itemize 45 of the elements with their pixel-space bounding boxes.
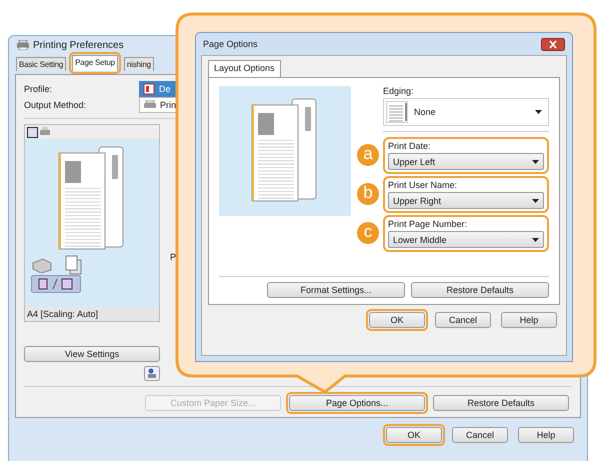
- document-icon: [143, 83, 155, 95]
- printer-icon: [144, 100, 156, 110]
- pages-icon: [65, 255, 83, 275]
- dialog-button[interactable]: Cancel: [452, 427, 508, 443]
- dropdown[interactable]: Upper Left: [388, 153, 544, 170]
- dialog-button[interactable]: Restore Defaults: [411, 282, 549, 298]
- dialog-title: Page Options: [203, 39, 258, 49]
- field-label: Edging:: [383, 86, 415, 96]
- printer-icon: [17, 40, 29, 50]
- field-label: Print User Name:: [388, 180, 458, 190]
- field-label: Output Method:: [24, 100, 88, 110]
- caret-icon: [535, 110, 542, 114]
- tab[interactable]: Layout Options: [208, 60, 281, 77]
- page-button[interactable]: Page Options...: [289, 395, 425, 411]
- dropdown[interactable]: Lower Middle: [388, 231, 544, 248]
- option-label: P: [170, 252, 176, 262]
- edging-icon: [386, 101, 408, 123]
- close-icon[interactable]: [541, 38, 565, 50]
- field-label: Print Page Number:: [388, 219, 468, 229]
- dialog-button[interactable]: Help: [518, 427, 574, 443]
- dialog-button[interactable]: OK: [386, 427, 442, 443]
- field-label: Profile:: [24, 84, 54, 94]
- step-marker: c: [357, 222, 379, 244]
- dialog-button[interactable]: OK: [369, 312, 425, 328]
- dialog-button[interactable]: Cancel: [435, 312, 491, 328]
- layout-toggle-icon[interactable]: [31, 275, 81, 293]
- caret-icon: [532, 198, 539, 202]
- window-title: Printing Preferences: [33, 40, 124, 50]
- tab[interactable]: Page Setup: [72, 55, 118, 71]
- page-button[interactable]: Restore Defaults: [433, 395, 569, 411]
- tab[interactable]: Basic Setting: [16, 57, 66, 71]
- dropdown[interactable]: Upper Right: [388, 192, 544, 209]
- view-settings-button[interactable]: View Settings: [24, 346, 160, 362]
- step-marker: b: [357, 183, 379, 205]
- page-view-icon[interactable]: [27, 126, 38, 138]
- preview-caption: A4 [Scaling: Auto]: [25, 307, 159, 321]
- caret-icon: [532, 238, 539, 242]
- dialog-button[interactable]: Help: [501, 312, 557, 328]
- dropdown[interactable]: None: [383, 98, 549, 126]
- step-marker: a: [357, 144, 379, 166]
- dialog-button[interactable]: Format Settings...: [267, 282, 405, 298]
- field-label: Print Date:: [388, 141, 432, 151]
- user-settings-icon[interactable]: [144, 366, 160, 381]
- tab[interactable]: nishing: [124, 57, 154, 71]
- caret-icon: [532, 160, 539, 164]
